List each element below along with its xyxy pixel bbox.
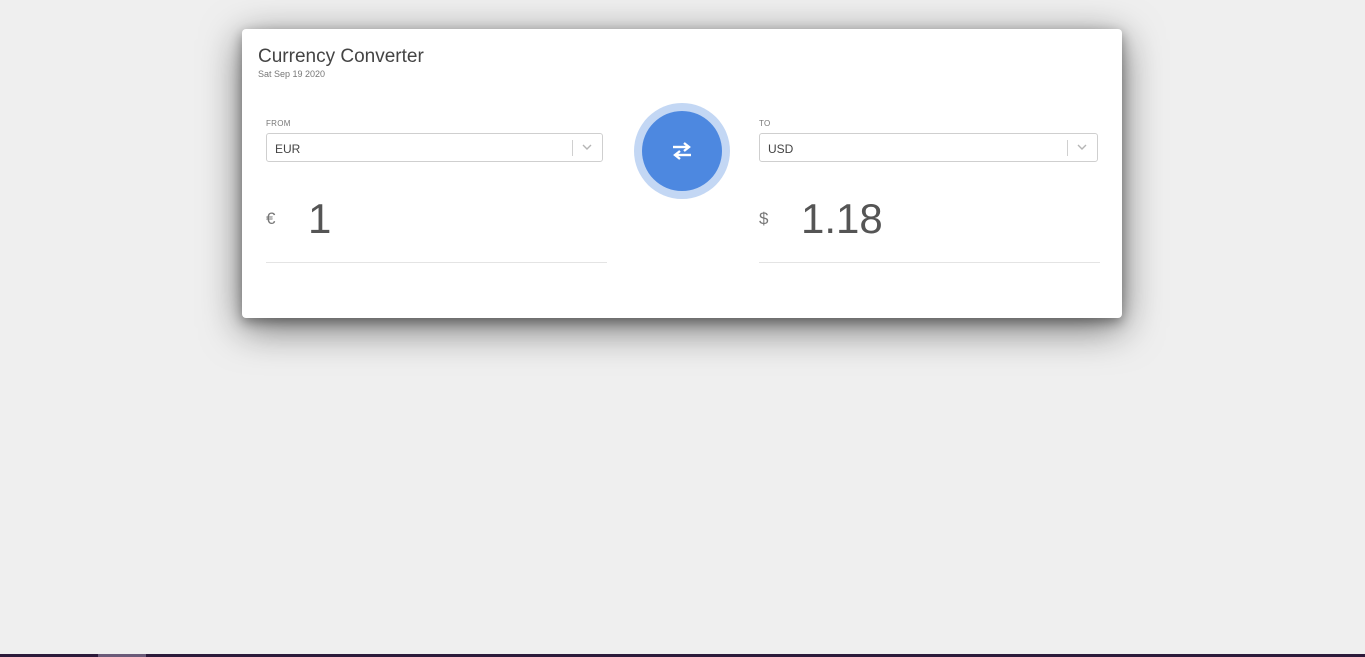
to-label: TO <box>759 119 771 128</box>
to-amount-row[interactable]: $ 1.18 <box>759 194 1100 263</box>
to-currency-symbol: $ <box>759 209 769 228</box>
page-title: Currency Converter <box>258 46 424 67</box>
from-currency-value: EUR <box>275 142 301 156</box>
to-currency-value: USD <box>768 142 794 156</box>
from-label: FROM <box>266 119 291 128</box>
to-currency-select[interactable]: USD <box>759 133 1098 162</box>
select-separator <box>1067 140 1068 156</box>
from-currency-symbol: € <box>266 209 276 228</box>
chevron-down-icon[interactable] <box>580 140 594 154</box>
to-amount-output[interactable]: 1.18 <box>801 195 883 243</box>
converter-card: Currency Converter Sat Sep 19 2020 FROM … <box>242 29 1122 318</box>
swap-arrows-icon <box>673 142 691 160</box>
from-amount-row[interactable]: € 1 <box>266 194 607 263</box>
from-currency-select[interactable]: EUR <box>266 133 603 162</box>
current-date: Sat Sep 19 2020 <box>258 69 326 79</box>
swap-button-ring <box>634 103 730 199</box>
swap-button[interactable] <box>642 111 722 191</box>
chevron-down-icon[interactable] <box>1075 140 1089 154</box>
from-amount-input[interactable]: 1 <box>308 195 331 243</box>
select-separator <box>572 140 573 156</box>
